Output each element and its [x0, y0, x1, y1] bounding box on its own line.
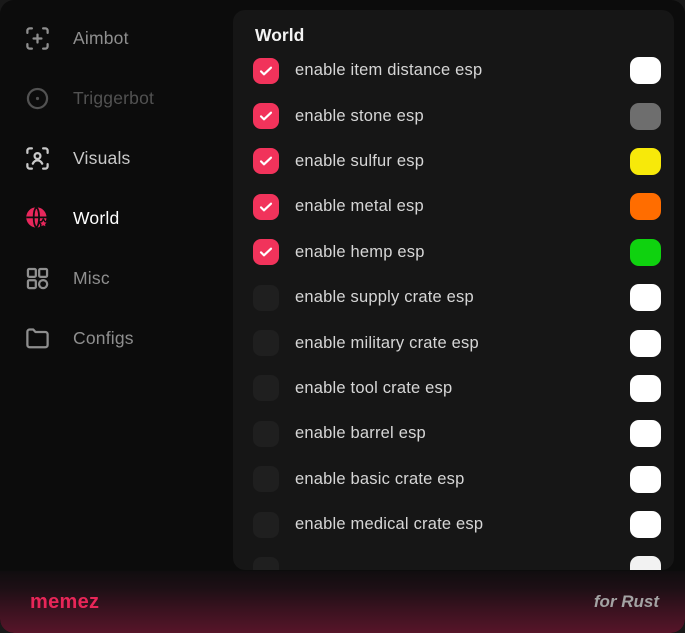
option-label: enable medical crate esp [295, 515, 630, 534]
option-row: enable supply crate esp [253, 275, 661, 320]
aimbot-icon [24, 25, 51, 52]
option-label: enable supply crate esp [295, 288, 630, 307]
option-label: enable basic crate esp [295, 470, 630, 489]
option-row: enable basic crate esp [253, 457, 661, 502]
option-label: enable barrel esp [295, 424, 630, 443]
option-checkbox[interactable] [253, 375, 279, 401]
option-row: enable hemp esp [253, 230, 661, 275]
option-row [253, 547, 661, 570]
option-label: enable stone esp [295, 107, 630, 126]
option-checkbox[interactable] [253, 285, 279, 311]
tagline-label: for Rust [594, 592, 659, 612]
option-row: enable tool crate esp [253, 366, 661, 411]
check-icon [258, 153, 274, 169]
cheat-menu-window: Aimbot Triggerbot Visuals World Misc Con… [0, 0, 685, 633]
brand-label: memez [30, 591, 99, 614]
sidebar-item-misc[interactable]: Misc [0, 248, 233, 308]
check-icon [258, 63, 274, 79]
sidebar-item-world[interactable]: World [0, 188, 233, 248]
option-checkbox[interactable] [253, 466, 279, 492]
option-checkbox[interactable] [253, 330, 279, 356]
option-row: enable sulfur esp [253, 139, 661, 184]
option-label: enable military crate esp [295, 334, 630, 353]
panel-title: World [255, 24, 661, 46]
option-label: enable tool crate esp [295, 379, 630, 398]
option-row: enable barrel esp [253, 411, 661, 456]
color-swatch[interactable] [630, 330, 661, 357]
color-swatch[interactable] [630, 239, 661, 266]
check-icon [258, 244, 274, 260]
option-checkbox[interactable] [253, 103, 279, 129]
option-checkbox[interactable] [253, 557, 279, 570]
footer-bar: memez for Rust [0, 571, 685, 633]
options-list: enable item distance esp enable stone es… [253, 48, 661, 570]
option-row: enable medical crate esp [253, 502, 661, 547]
sidebar: Aimbot Triggerbot Visuals World Misc Con… [0, 0, 233, 571]
sidebar-item-configs[interactable]: Configs [0, 308, 233, 368]
option-row: enable item distance esp [253, 48, 661, 93]
world-icon [24, 205, 51, 232]
world-panel: World enable item distance esp enable st… [233, 10, 674, 570]
color-swatch[interactable] [630, 466, 661, 493]
option-row: enable metal esp [253, 184, 661, 229]
configs-icon [24, 325, 51, 352]
check-icon [258, 199, 274, 215]
check-icon [258, 108, 274, 124]
color-swatch[interactable] [630, 420, 661, 447]
option-checkbox[interactable] [253, 194, 279, 220]
option-checkbox[interactable] [253, 239, 279, 265]
option-label: enable item distance esp [295, 61, 630, 80]
color-swatch[interactable] [630, 375, 661, 402]
option-checkbox[interactable] [253, 421, 279, 447]
option-checkbox[interactable] [253, 58, 279, 84]
option-label: enable hemp esp [295, 243, 630, 262]
color-swatch[interactable] [630, 511, 661, 538]
misc-icon [24, 265, 51, 292]
option-checkbox[interactable] [253, 148, 279, 174]
color-swatch[interactable] [630, 284, 661, 311]
color-swatch[interactable] [630, 556, 661, 570]
option-row: enable stone esp [253, 93, 661, 138]
color-swatch[interactable] [630, 148, 661, 175]
sidebar-item-triggerbot[interactable]: Triggerbot [0, 68, 233, 128]
visuals-icon [24, 145, 51, 172]
color-swatch[interactable] [630, 57, 661, 84]
triggerbot-icon [24, 85, 51, 112]
option-label: enable sulfur esp [295, 152, 630, 171]
color-swatch[interactable] [630, 193, 661, 220]
option-checkbox[interactable] [253, 512, 279, 538]
sidebar-item-aimbot[interactable]: Aimbot [0, 8, 233, 68]
option-row: enable military crate esp [253, 320, 661, 365]
color-swatch[interactable] [630, 103, 661, 130]
sidebar-item-visuals[interactable]: Visuals [0, 128, 233, 188]
option-label: enable metal esp [295, 197, 630, 216]
